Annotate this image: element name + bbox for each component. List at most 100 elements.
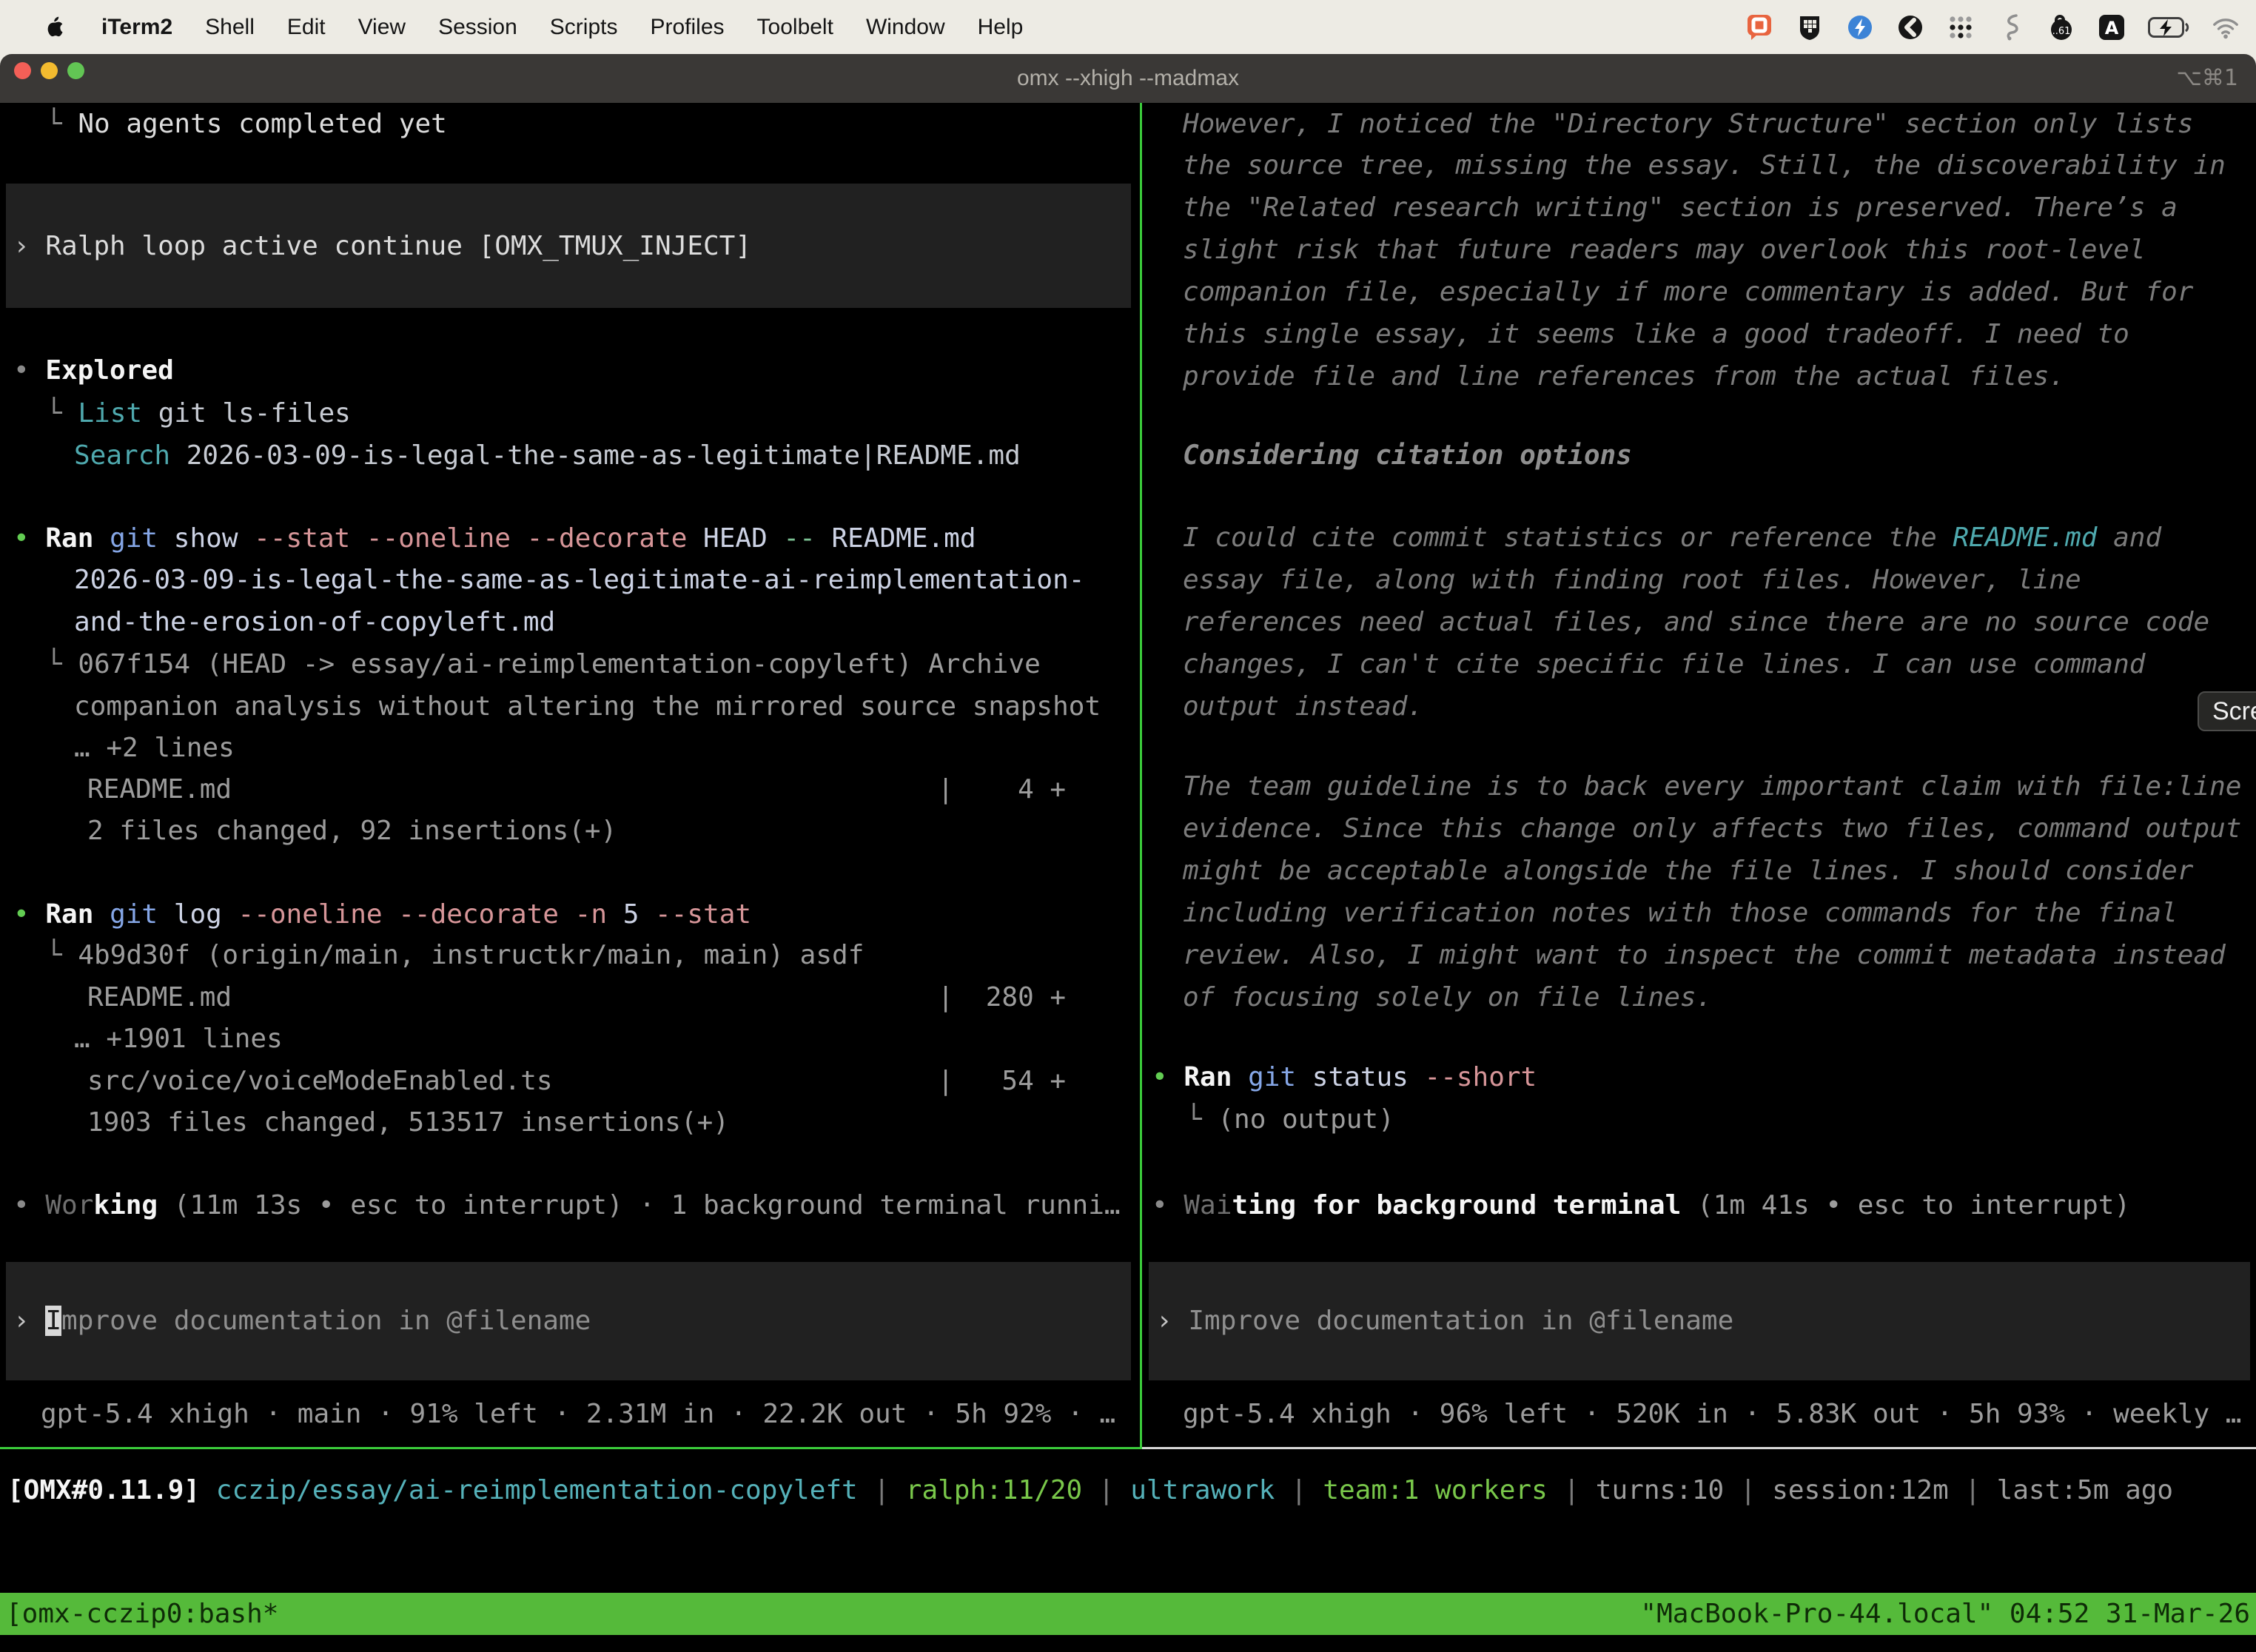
terminal-content: └ No agents completed yet › Ralph loop a… (0, 103, 2256, 1652)
ralph-loop-line: › Ralph loop active continue [OMX_TMUX_I… (13, 225, 751, 267)
status-line-waiting: • Waiting for background terminal (1m 41… (1152, 1184, 2130, 1226)
menu-item-edit[interactable]: Edit (287, 15, 326, 40)
letter-badge-text: A (2105, 18, 2119, 38)
dots-grid-glyph (1947, 14, 1974, 41)
thinking-p3-l1: The team guideline is to back every impo… (1183, 765, 2241, 807)
menu-items: iTerm2 Shell Edit View Session Scripts P… (0, 13, 1023, 41)
log-line-ran-git-log: • Ran git log --oneline --decorate -n 5 … (13, 893, 751, 936)
wifi-glyph (2212, 16, 2240, 39)
menu-item-help[interactable]: Help (978, 15, 1024, 40)
letter-a-glyph: A (2098, 14, 2125, 41)
thinking-p1-l7: provide file and line references from th… (1183, 355, 2065, 397)
chat-glyph (1747, 14, 1772, 41)
model-status-right: gpt-5.4 xhigh · 96% left · 520K in · 5.8… (1183, 1393, 2241, 1435)
battery-glyph (2148, 17, 2189, 38)
apple-logo-glyph (45, 16, 64, 38)
thinking-p2-l5: output instead. (1183, 685, 1423, 728)
wifi-icon[interactable] (2212, 13, 2240, 41)
hook-glyph (2001, 13, 2021, 41)
battery-icon[interactable] (2148, 13, 2189, 41)
log-line-plus1901: … +1901 lines (74, 1018, 283, 1060)
pane-divider-vertical[interactable] (1140, 103, 1142, 1448)
thinking-p2-l1: I could cite commit statistics or refere… (1183, 517, 2161, 559)
window-shortcut: ⌥⌘1 (2176, 54, 2238, 103)
shield-glyph (1799, 14, 1821, 41)
menu-item-shell[interactable]: Shell (205, 15, 255, 40)
log-line-explored: • Explored (13, 349, 174, 392)
thinking-p3-l4: including verification notes with those … (1183, 892, 2178, 934)
thinking-p1-l5: companion file, especially if more comme… (1183, 271, 2193, 313)
thinking-p2-l3: references need actual files, and since … (1183, 601, 2209, 643)
dots-grid-icon[interactable] (1947, 13, 1975, 41)
thinking-p3-l6: of focusing solely on file lines. (1183, 976, 1712, 1018)
menu-item-profiles[interactable]: Profiles (650, 15, 724, 40)
log-line-plus2: … +2 lines (74, 727, 235, 769)
shield-grid-icon[interactable] (1796, 13, 1824, 41)
thinking-p2-l2: essay file, along with finding root file… (1183, 559, 2081, 601)
menu-item-iterm2[interactable]: iTerm2 (101, 15, 172, 40)
zoom-button[interactable] (67, 62, 84, 79)
model-status-left: gpt-5.4 xhigh · main · 91% left · 2.31M … (41, 1393, 1115, 1435)
blue-badge-icon[interactable] (1846, 13, 1874, 41)
thinking-p1-l2: the source tree, missing the essay. Stil… (1183, 144, 2226, 187)
thinking-p3-l3: might be acceptable alongside the file l… (1183, 850, 2193, 892)
lock-61-icon[interactable]: ..61 (2047, 13, 2075, 41)
status-line-working: • Working (11m 13s • esc to interrupt) ·… (13, 1184, 1121, 1226)
menu-item-view[interactable]: View (358, 15, 406, 40)
prompt-input-left[interactable]: › Improve documentation in @filename (6, 1262, 1131, 1380)
thinking-heading: Considering citation options (1183, 434, 1632, 477)
thinking-p3-l2: evidence. Since this change only affects… (1183, 807, 2241, 850)
menu-item-scripts[interactable]: Scripts (550, 15, 618, 40)
screen-tooltip: Scre (2198, 691, 2256, 731)
lock-61-glyph: ..61 (2047, 13, 2075, 41)
chat-app-icon[interactable] (1745, 13, 1773, 41)
window-title: omx --xhigh --madmax (1017, 54, 1239, 103)
lock-badge-text: ..61 (2052, 26, 2071, 37)
tmux-status-bar: [omx-cczip0:bash* "MacBook-Pro-44.local"… (0, 1593, 2256, 1635)
thinking-p2-l4: changes, I can't cite specific file line… (1183, 643, 2145, 685)
menu-bar: iTerm2 Shell Edit View Session Scripts P… (0, 0, 2256, 54)
pac-arrow-icon[interactable] (1896, 13, 1924, 41)
apple-icon[interactable] (41, 13, 69, 41)
hook-icon[interactable] (1997, 13, 2025, 41)
blue-bolt-glyph (1847, 14, 1873, 41)
pac-arrow-glyph (1897, 14, 1924, 41)
prompt-input-left-text: › Improve documentation in @filename (13, 1300, 591, 1342)
screen: iTerm2 Shell Edit View Session Scripts P… (0, 0, 2256, 1652)
log-line-search: Search 2026-03-09-is-legal-the-same-as-l… (74, 434, 1021, 477)
menu-item-toolbelt[interactable]: Toolbelt (757, 15, 833, 40)
log-line-commit-msg: companion analysis without altering the … (74, 685, 1101, 728)
log-line-readme-4: README.md | 4 + (87, 768, 1066, 810)
prompt-input-right-text: › Improve documentation in @filename (1156, 1300, 1733, 1342)
omx-status-line: [OMX#0.11.9] cczip/essay/ai-reimplementa… (7, 1469, 2173, 1511)
tmux-window-label[interactable]: [omx-cczip0:bash* (6, 1593, 278, 1635)
window-titlebar[interactable]: omx --xhigh --madmax ⌥⌘1 (0, 54, 2256, 103)
log-line-files-92: 2 files changed, 92 insertions(+) (87, 810, 617, 852)
minimize-button[interactable] (41, 62, 58, 79)
thinking-p3-l5: review. Also, I might want to inspect th… (1183, 934, 2226, 976)
thinking-p1-l3: the "Related research writing" section i… (1183, 187, 2178, 229)
log-line-no-output: └ (no output) (1186, 1098, 1394, 1141)
prompt-input-right[interactable]: › Improve documentation in @filename (1149, 1262, 2250, 1380)
menu-item-session[interactable]: Session (438, 15, 517, 40)
letter-a-icon[interactable]: A (2098, 13, 2126, 41)
log-line-no-agents: └ No agents completed yet (46, 103, 447, 145)
log-line-files-513517: 1903 files changed, 513517 insertions(+) (87, 1101, 729, 1144)
log-line-srcvoice: src/voice/voiceModeEnabled.ts | 54 + (87, 1060, 1066, 1102)
close-button[interactable] (14, 62, 31, 79)
ralph-loop-box: › Ralph loop active continue [OMX_TMUX_I… (6, 184, 1131, 308)
log-line-ran-git-show: • Ran git show --stat --oneline --decora… (13, 517, 976, 560)
thinking-p1-l6: this single essay, it seems like a good … (1183, 313, 2129, 355)
pane-divider-horizontal-left (0, 1447, 1142, 1449)
thinking-p1-l4: slight risk that future readers may over… (1183, 229, 2145, 271)
menu-item-window[interactable]: Window (866, 15, 945, 40)
log-line-filename-1: 2026-03-09-is-legal-the-same-as-legitima… (74, 559, 1084, 601)
menu-status-icons: ..61 A (1745, 13, 2256, 41)
pane-divider-horizontal-right (1142, 1447, 2256, 1449)
log-line-ran-git-status: • Ran git status --short (1152, 1056, 1537, 1098)
log-line-commit-4b9d30f: └ 4b9d30f (origin/main, instructkr/main,… (46, 934, 864, 976)
log-line-readme-280: README.md | 280 + (87, 976, 1066, 1018)
log-line-filename-2: and-the-erosion-of-copyleft.md (74, 601, 555, 643)
log-line-list: └ List git ls-files (46, 392, 351, 434)
thinking-p1-l1: However, I noticed the "Directory Struct… (1183, 103, 2193, 145)
